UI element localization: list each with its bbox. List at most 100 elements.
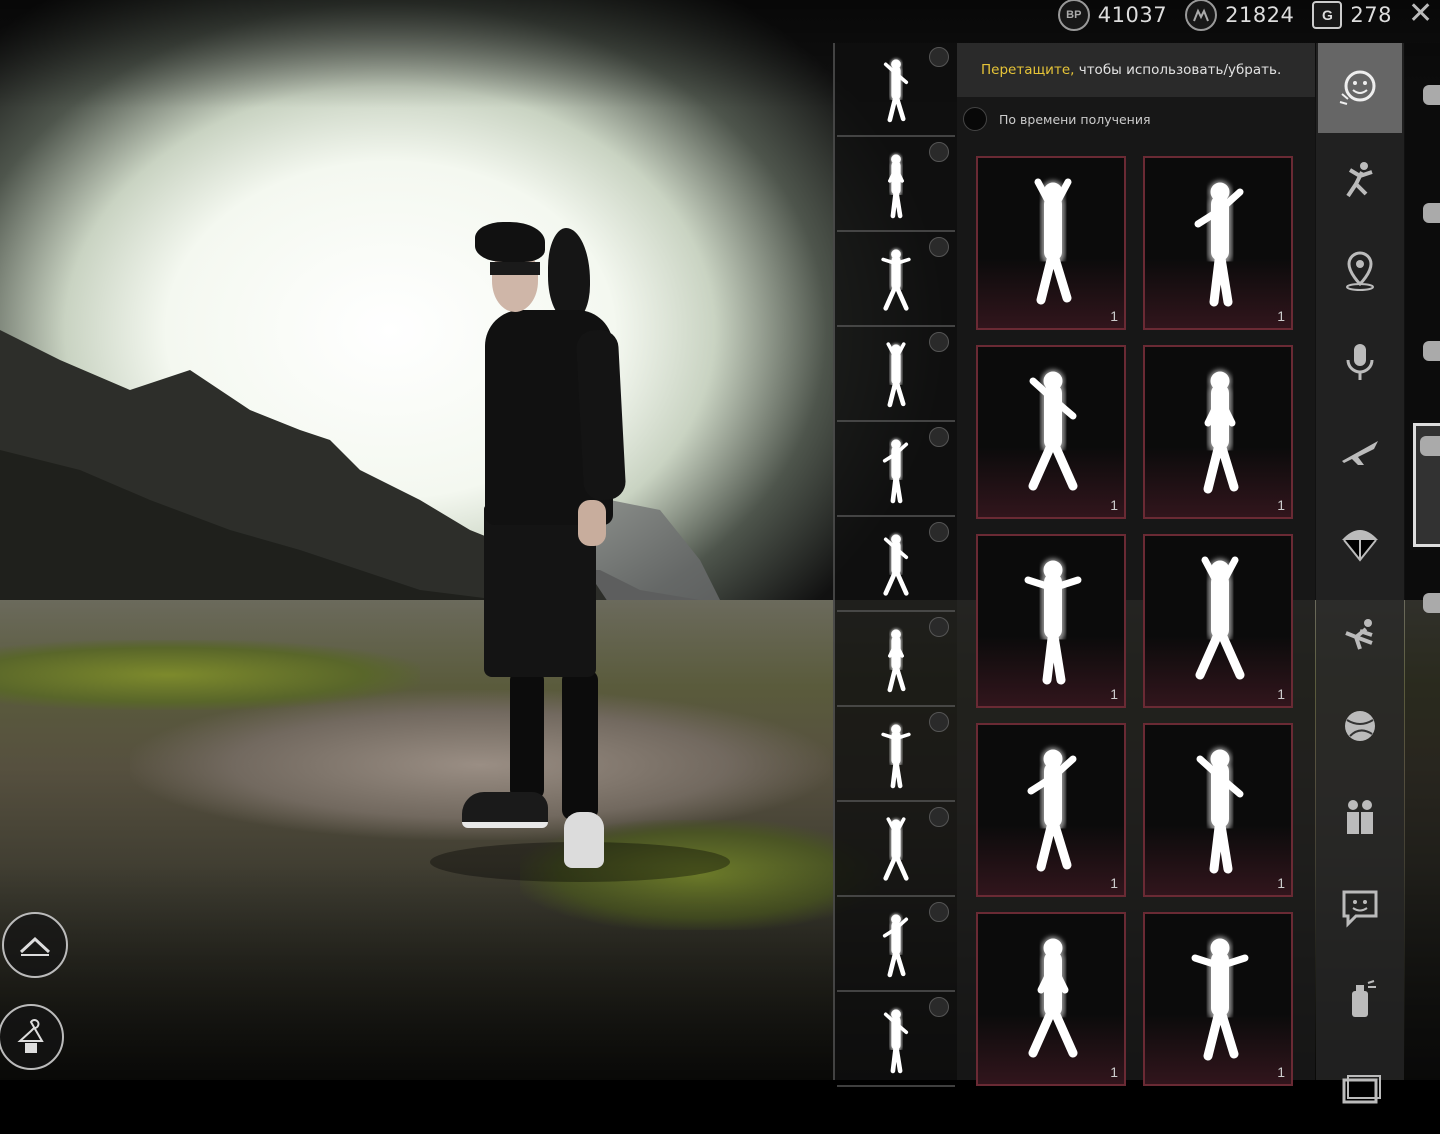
hands-on-hips-emote-figure: [1170, 550, 1270, 686]
slot-indicator: [929, 237, 949, 257]
equipped-emote-slot[interactable]: [837, 803, 955, 897]
character-leg: [510, 670, 544, 800]
emote-card[interactable]: 1: [1143, 534, 1293, 708]
crate-icon[interactable]: [1419, 583, 1440, 623]
gcoin-balance[interactable]: G 278: [1312, 1, 1392, 29]
category-tab[interactable]: [1316, 318, 1404, 406]
emote-tab-icon[interactable]: [1413, 423, 1440, 547]
character-sneaker: [564, 812, 604, 868]
category-tab[interactable]: [1316, 864, 1404, 952]
bp-coin-icon: BP: [1057, 0, 1090, 31]
emote-count: 1: [1277, 308, 1285, 324]
wardrobe-hanger-icon: [17, 1019, 44, 1053]
emote-count: 1: [1277, 497, 1285, 513]
silver-balance[interactable]: 21824: [1185, 0, 1294, 31]
equipped-emote-slot[interactable]: [837, 43, 955, 137]
emote-card[interactable]: 1: [1143, 912, 1293, 1086]
flex-pose-emote-icon: [868, 54, 924, 124]
bp-balance[interactable]: BP 41037: [1057, 0, 1168, 31]
equipped-emote-slot[interactable]: [837, 993, 955, 1087]
slot-indicator: [929, 807, 949, 827]
crawl-pose-emote-icon: [868, 244, 924, 314]
drag-hint-accent: Перетащите,: [981, 62, 1075, 78]
category-tab[interactable]: [1318, 43, 1402, 133]
category-tab[interactable]: [1316, 591, 1404, 679]
character-blindfold: [490, 262, 540, 275]
equipped-emote-slot[interactable]: [837, 613, 955, 707]
emote-card[interactable]: 1: [1143, 723, 1293, 897]
fall-pose-icon: [1345, 619, 1373, 650]
point-pose-emote-icon: [868, 529, 924, 599]
dance-pose-emote-icon: [868, 909, 924, 979]
emote-category-strip: [1316, 43, 1404, 1104]
gun-icon[interactable]: [1419, 193, 1440, 233]
equipped-emote-slot[interactable]: [837, 423, 955, 517]
slot-indicator: [929, 902, 949, 922]
character-hand: [578, 500, 606, 546]
emote-card[interactable]: 1: [976, 534, 1126, 708]
character-hat-icon[interactable]: [1419, 75, 1440, 115]
bp-value: 41037: [1097, 3, 1168, 27]
character-leg: [562, 670, 598, 820]
g-coin-icon: G: [1312, 1, 1343, 29]
bow-pose-emote-icon: [868, 719, 924, 789]
steering-wheel-icon[interactable]: [1419, 331, 1440, 371]
category-tab[interactable]: [1316, 773, 1404, 861]
monster-pose-emote-icon: [868, 149, 924, 219]
head-hold-emote-figure: [1170, 361, 1270, 497]
slot-indicator: [929, 332, 949, 352]
idle-emote-figure: [1003, 361, 1103, 497]
drag-hint-text: чтобы использовать/убрать.: [1074, 62, 1282, 78]
equipped-emote-slot[interactable]: [837, 518, 955, 612]
parachute-icon: [1342, 530, 1378, 562]
partner-lift-emote-figure: [1170, 739, 1270, 875]
equipped-emote-slot[interactable]: [837, 328, 955, 422]
sort-toggle[interactable]: По времени получения: [963, 105, 1151, 133]
reach-pose-emote-icon: [868, 1004, 924, 1074]
card-icon: [1342, 1075, 1381, 1104]
emote-card[interactable]: 1: [1143, 156, 1293, 330]
close-icon[interactable]: ✕: [1408, 0, 1434, 30]
heart-hands-emote-figure: [1003, 739, 1103, 875]
emote-count: 1: [1110, 875, 1118, 891]
category-tab[interactable]: [1316, 1046, 1404, 1134]
emote-count: 1: [1277, 1064, 1285, 1080]
friends-icon: [1347, 800, 1373, 834]
wardrobe-button[interactable]: [0, 1004, 64, 1070]
sort-radio[interactable]: [963, 107, 987, 131]
emote-card[interactable]: 1: [976, 345, 1126, 519]
throw-pose-icon: [1346, 162, 1373, 198]
category-tab[interactable]: [1316, 682, 1404, 770]
category-tab[interactable]: [1316, 136, 1404, 224]
slot-indicator: [929, 997, 949, 1017]
equipped-emote-slot[interactable]: [837, 708, 955, 802]
category-tab[interactable]: [1316, 955, 1404, 1043]
chat-bubble-icon: [1342, 890, 1378, 928]
category-tab[interactable]: [1316, 500, 1404, 588]
emote-count: 1: [1277, 686, 1285, 702]
emote-count: 1: [1277, 875, 1285, 891]
slot-indicator: [929, 427, 949, 447]
equipped-emotes-column: [833, 43, 957, 1087]
chevron-up-icon: [19, 936, 51, 956]
slot-indicator: [929, 712, 949, 732]
emote-card[interactable]: 1: [1143, 345, 1293, 519]
microphone-icon: [1346, 344, 1374, 380]
currency-bar: BP 41037 21824 G 278: [1057, 0, 1392, 31]
emote-card[interactable]: 1: [976, 912, 1126, 1086]
silver-fragment-icon: [1185, 0, 1218, 31]
category-tab[interactable]: [1316, 409, 1404, 497]
emote-card[interactable]: 1: [976, 723, 1126, 897]
emote-card[interactable]: 1: [976, 156, 1126, 330]
emote-count: 1: [1110, 1064, 1118, 1080]
category-tab[interactable]: [1316, 227, 1404, 315]
sort-label: По времени получения: [999, 111, 1151, 127]
equipped-emote-slot[interactable]: [837, 233, 955, 327]
character-arm: [575, 329, 627, 501]
airplane-icon: [1342, 441, 1378, 465]
collapse-up-button[interactable]: [2, 912, 68, 978]
equipped-emote-slot[interactable]: [837, 898, 955, 992]
equipped-emote-slot[interactable]: [837, 138, 955, 232]
drag-hint: Перетащите, чтобы использовать/убрать.: [957, 43, 1315, 97]
slot-indicator: [929, 522, 949, 542]
